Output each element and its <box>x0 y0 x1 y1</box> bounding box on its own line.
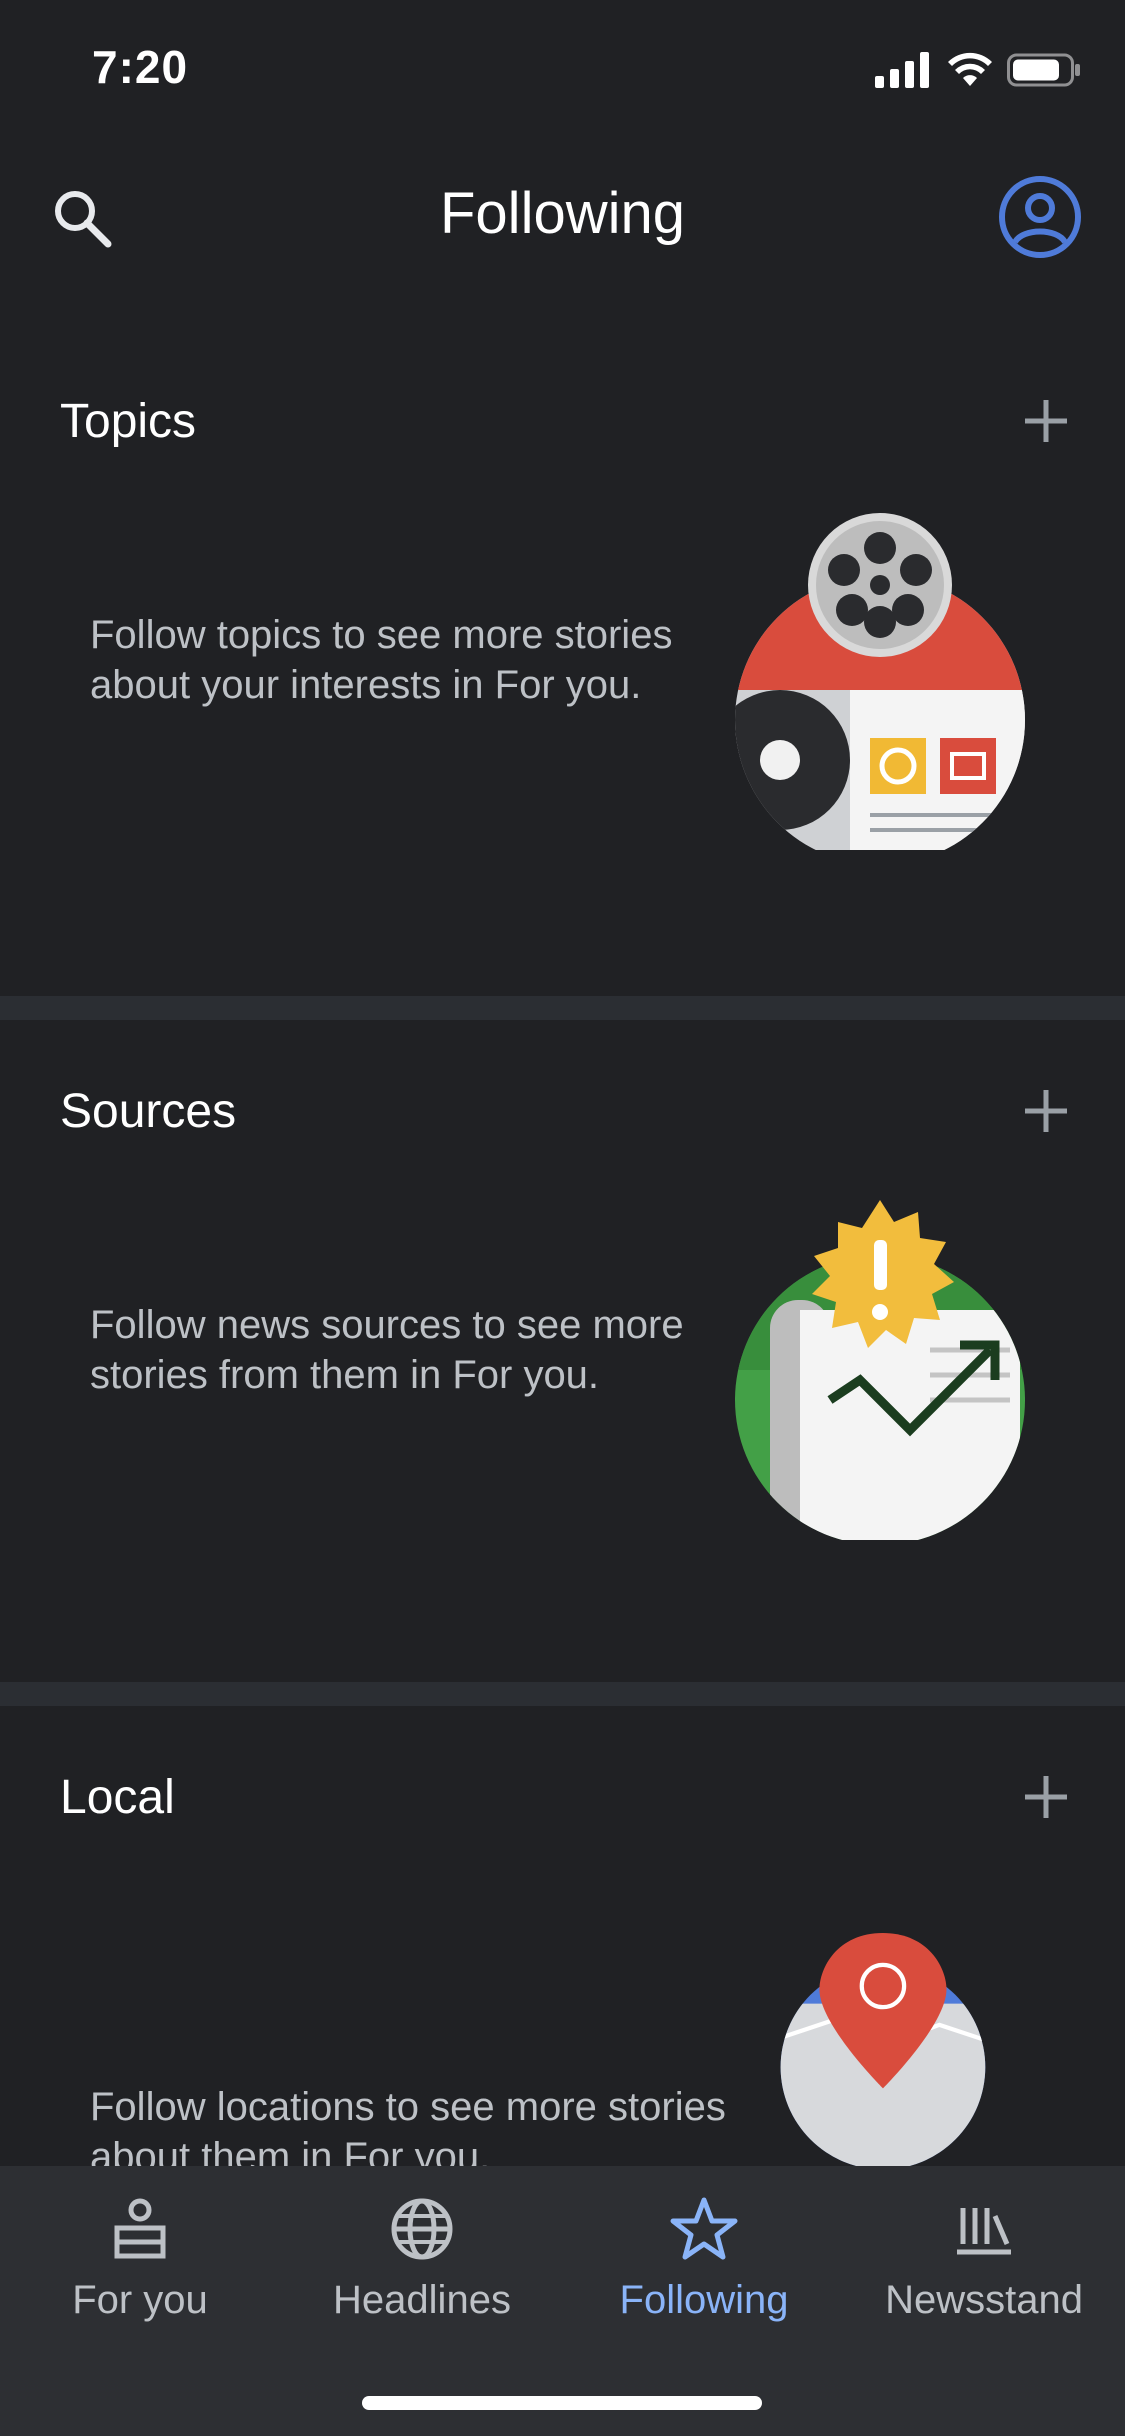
nav-label: Following <box>619 2278 789 2322</box>
globe-icon <box>391 2198 453 2260</box>
signal-icon <box>875 52 929 88</box>
nav-newsstand[interactable]: Newsstand <box>844 2186 1124 2336</box>
section-divider <box>0 1682 1125 1706</box>
plus-icon <box>1025 1090 1067 1132</box>
for-you-icon <box>114 2198 166 2259</box>
status-time: 7:20 <box>92 41 189 93</box>
section-title: Local <box>60 1771 175 1824</box>
add-source-button[interactable] <box>1011 1076 1081 1146</box>
plus-icon <box>1025 1776 1067 1818</box>
nav-for-you[interactable]: For you <box>0 2186 280 2336</box>
section-title: Topics <box>60 395 197 448</box>
section-description: Follow topics to see more stories about … <box>90 613 673 707</box>
section-description: Follow news sources to see more stories … <box>90 1303 684 1397</box>
sources-section: Sources Follow news sources to see more … <box>0 1020 1125 1682</box>
newsstand-icon <box>957 2208 1011 2255</box>
nav-label: Newsstand <box>885 2278 1083 2322</box>
sources-illustration <box>735 1200 1025 1540</box>
wifi-icon <box>948 52 992 86</box>
topics-illustration <box>735 513 1025 850</box>
section-divider <box>0 996 1125 1020</box>
local-illustration <box>780 1933 986 2166</box>
page-title: Following <box>440 181 685 246</box>
topics-section: Topics Follow topics to see more stories… <box>0 330 1125 992</box>
plus-icon <box>1025 400 1067 442</box>
local-section: Local Follow locations to see more stori… <box>0 1706 1125 2179</box>
add-topic-button[interactable] <box>1011 386 1081 456</box>
app-bar: Following <box>0 150 1125 280</box>
nav-label: Headlines <box>333 2278 511 2322</box>
account-icon <box>999 176 1081 258</box>
section-title: Sources <box>60 1085 237 1138</box>
status-icons <box>875 50 1081 90</box>
star-icon <box>670 2197 738 2260</box>
add-location-button[interactable] <box>1011 1762 1081 1832</box>
home-indicator[interactable] <box>362 2396 762 2410</box>
nav-headlines[interactable]: Headlines <box>282 2186 562 2336</box>
nav-label: For you <box>72 2278 208 2322</box>
battery-icon <box>1007 53 1080 87</box>
status-bar: 7:20 <box>0 0 1125 132</box>
account-button[interactable] <box>997 174 1083 260</box>
nav-following[interactable]: Following <box>564 2186 844 2336</box>
